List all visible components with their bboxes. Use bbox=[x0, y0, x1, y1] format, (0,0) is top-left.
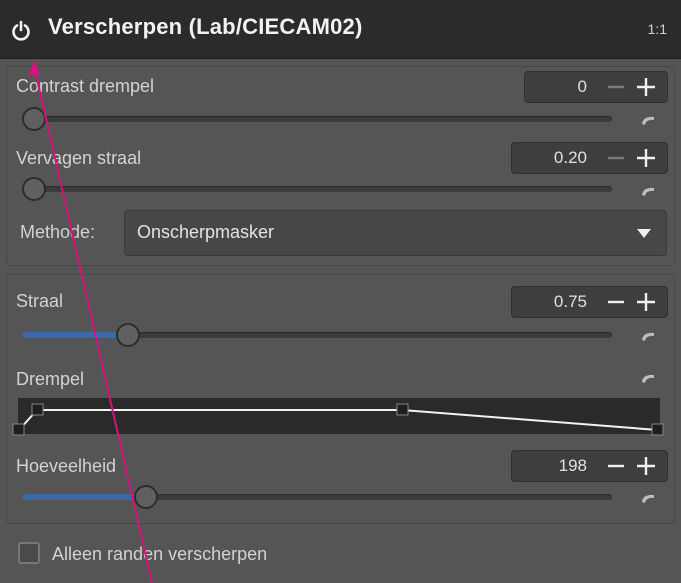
amount-label: Hoeveelheid bbox=[16, 456, 117, 476]
plus-icon[interactable] bbox=[633, 453, 659, 479]
edges-only-label[interactable]: Alleen randen verscherpen bbox=[52, 544, 267, 565]
minus-icon[interactable] bbox=[603, 453, 629, 479]
edges-only-checkbox[interactable] bbox=[18, 542, 40, 564]
amount-value[interactable]: 198 bbox=[559, 456, 587, 476]
reset-icon[interactable] bbox=[640, 492, 656, 504]
curve-handle-icon[interactable] bbox=[396, 403, 409, 416]
amount-knob[interactable] bbox=[134, 485, 158, 509]
amount-slider[interactable] bbox=[22, 494, 612, 500]
curve-handle-icon[interactable] bbox=[12, 423, 25, 436]
sharpening-panel: Verscherpen (Lab/CIECAM02) 1:1 Contrast … bbox=[0, 0, 681, 583]
curve-handle-icon[interactable] bbox=[31, 403, 44, 416]
amount-spinbox[interactable]: 198 bbox=[511, 450, 668, 482]
curve-handle-icon[interactable] bbox=[651, 423, 664, 436]
amount-slider-fill bbox=[22, 494, 144, 500]
